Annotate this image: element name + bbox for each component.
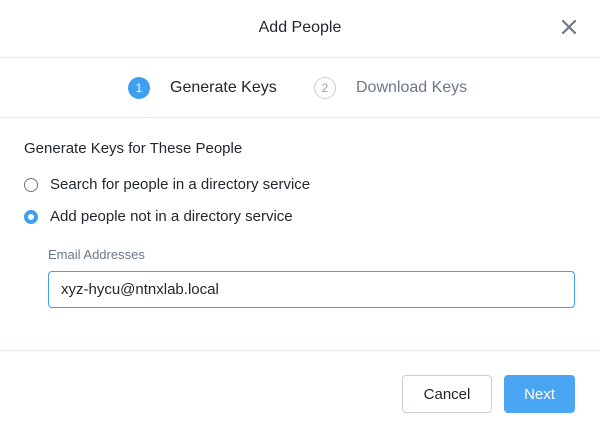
- option-directory-search[interactable]: Search for people in a directory service: [24, 176, 310, 193]
- email-addresses-label: Email Addresses: [48, 247, 145, 262]
- dialog-header: Add People: [0, 0, 600, 58]
- radio-label-add-people-manual: Add people not in a directory service: [50, 208, 293, 225]
- step-download-keys: 2 Download Keys: [314, 76, 467, 100]
- step-label-download-keys: Download Keys: [356, 79, 468, 96]
- add-people-dialog: Add People 1 Generate Keys 2 Download Ke…: [0, 0, 600, 437]
- dialog-title: Add People: [258, 19, 342, 36]
- section-title: Generate Keys for These People: [24, 140, 243, 157]
- next-button[interactable]: Next: [504, 375, 575, 413]
- step-label-generate-keys: Generate Keys: [170, 79, 277, 96]
- close-button[interactable]: [560, 18, 578, 36]
- step-number-1: 1: [128, 77, 150, 99]
- cancel-button[interactable]: Cancel: [402, 375, 492, 413]
- dialog-body: Generate Keys for These People Search fo…: [0, 118, 600, 351]
- radio-add-people-manual[interactable]: [24, 209, 38, 224]
- close-icon: [561, 19, 577, 35]
- email-addresses-input[interactable]: [48, 271, 575, 308]
- step-generate-keys: 1 Generate Keys: [128, 76, 277, 100]
- radio-directory-search[interactable]: [24, 177, 38, 192]
- step-number-2: 2: [314, 77, 336, 99]
- dialog-footer: Cancel Next: [0, 351, 600, 437]
- radio-label-directory-search: Search for people in a directory service: [50, 176, 311, 193]
- option-add-people-manual[interactable]: Add people not in a directory service: [24, 208, 293, 225]
- wizard-steps: 1 Generate Keys 2 Download Keys: [0, 58, 600, 118]
